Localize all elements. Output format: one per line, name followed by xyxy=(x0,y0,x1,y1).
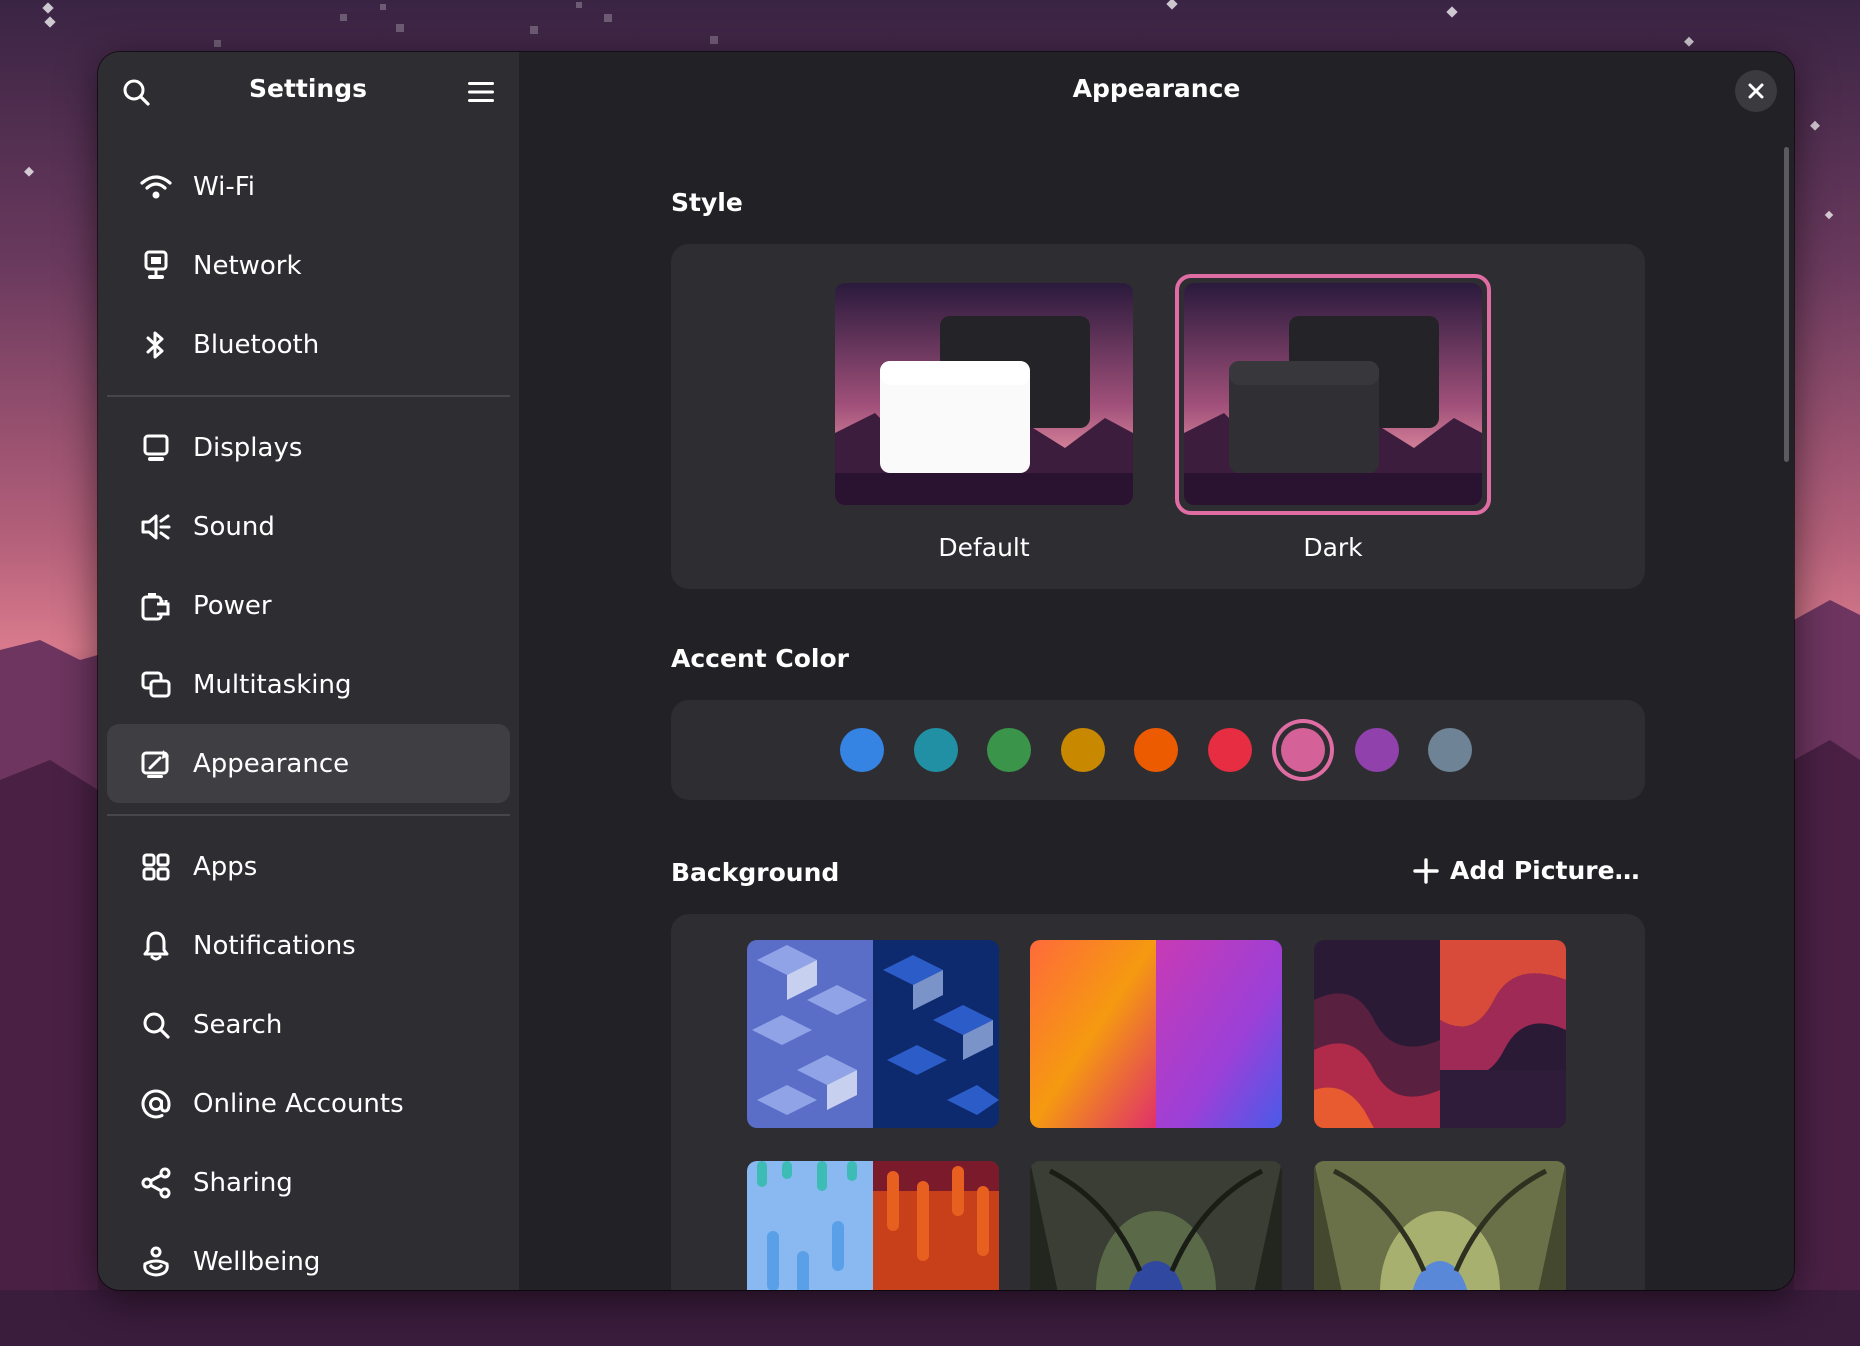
accent-swatch[interactable] xyxy=(987,728,1031,772)
sidebar-nav: Wi-Fi Network Bluetooth Displays Sound P… xyxy=(98,147,519,1290)
add-picture-label: Add Picture… xyxy=(1450,856,1640,885)
sidebar-item-apps[interactable]: Apps xyxy=(107,827,510,906)
sidebar-separator xyxy=(107,395,510,397)
sidebar-item-label: Online Accounts xyxy=(193,1088,404,1119)
accent-swatch[interactable] xyxy=(1355,728,1399,772)
sidebar-item-label: Power xyxy=(193,590,272,621)
background-thumbnail[interactable] xyxy=(1030,1161,1282,1290)
search-button[interactable] xyxy=(116,72,156,112)
power-icon xyxy=(139,589,173,623)
sidebar-item-sharing[interactable]: Sharing xyxy=(107,1143,510,1222)
sidebar-item-label: Network xyxy=(193,250,302,281)
sidebar-item-label: Wellbeing xyxy=(193,1246,321,1277)
sidebar-item-power[interactable]: Power xyxy=(107,566,510,645)
sidebar-item-displays[interactable]: Displays xyxy=(107,408,510,487)
add-picture-button[interactable]: Add Picture… xyxy=(1412,856,1640,885)
sidebar-item-multitasking[interactable]: Multitasking xyxy=(107,645,510,724)
sidebar-item-bluetooth[interactable]: Bluetooth xyxy=(107,305,510,384)
accent-swatch[interactable] xyxy=(914,728,958,772)
sidebar-item-label: Bluetooth xyxy=(193,329,320,360)
sidebar-item-label: Multitasking xyxy=(193,669,352,700)
accent-swatch[interactable] xyxy=(1208,728,1252,772)
sidebar-item-search[interactable]: Search xyxy=(107,985,510,1064)
bluetooth-icon xyxy=(139,328,173,362)
sidebar: Settings Wi-Fi Network Bluetooth Display… xyxy=(98,52,519,1290)
sidebar-item-notifications[interactable]: Notifications xyxy=(107,906,510,985)
search-icon xyxy=(139,1008,173,1042)
accent-color-panel xyxy=(671,700,1645,800)
sidebar-item-label: Appearance xyxy=(193,748,350,779)
sidebar-item-label: Search xyxy=(193,1009,283,1040)
wifi-icon xyxy=(139,170,173,204)
style-dark-label: Dark xyxy=(1303,533,1363,562)
accent-swatch[interactable] xyxy=(1281,728,1325,772)
accent-color-heading: Accent Color xyxy=(671,644,849,673)
appearance-icon xyxy=(139,747,173,781)
scrollbar[interactable] xyxy=(1784,147,1789,462)
style-panel: Default Dark xyxy=(671,244,1645,589)
main-menu-button[interactable] xyxy=(461,72,501,112)
sidebar-item-label: Sound xyxy=(193,511,275,542)
sidebar-item-sound[interactable]: Sound xyxy=(107,487,510,566)
accent-swatch[interactable] xyxy=(1134,728,1178,772)
wellbeing-icon xyxy=(139,1245,173,1279)
sidebar-separator xyxy=(107,814,510,816)
sidebar-item-wifi[interactable]: Wi-Fi xyxy=(107,147,510,226)
sidebar-item-online-accounts[interactable]: Online Accounts xyxy=(107,1064,510,1143)
sidebar-title: Settings xyxy=(248,74,367,103)
display-icon xyxy=(139,431,173,465)
page-title: Appearance xyxy=(1072,74,1241,103)
sidebar-item-label: Apps xyxy=(193,851,258,882)
hamburger-menu-icon xyxy=(468,82,494,102)
background-heading: Background xyxy=(671,858,840,887)
share-icon xyxy=(139,1166,173,1200)
sound-icon xyxy=(139,510,173,544)
sidebar-item-label: Sharing xyxy=(193,1167,293,1198)
sidebar-item-appearance[interactable]: Appearance xyxy=(107,724,510,803)
style-heading: Style xyxy=(671,188,743,217)
background-thumbnail[interactable] xyxy=(1030,940,1282,1128)
settings-window: Settings Wi-Fi Network Bluetooth Display… xyxy=(98,52,1794,1290)
background-panel xyxy=(671,914,1645,1290)
accent-swatch[interactable] xyxy=(1428,728,1472,772)
background-thumbnail[interactable] xyxy=(747,1161,999,1290)
accent-swatch[interactable] xyxy=(840,728,884,772)
style-dark-preview[interactable] xyxy=(1184,283,1482,505)
close-button[interactable] xyxy=(1735,70,1777,112)
style-default-label: Default xyxy=(938,533,1030,562)
plus-icon xyxy=(1413,857,1439,884)
style-default-preview[interactable] xyxy=(835,283,1133,505)
search-icon xyxy=(123,79,150,106)
multitasking-icon xyxy=(139,668,173,702)
sidebar-item-wellbeing[interactable]: Wellbeing xyxy=(107,1222,510,1290)
at-icon xyxy=(139,1087,173,1121)
bell-icon xyxy=(139,929,173,963)
background-thumbnail[interactable] xyxy=(1314,1161,1566,1290)
sidebar-header: Settings xyxy=(98,52,519,132)
sidebar-item-network[interactable]: Network xyxy=(107,226,510,305)
background-thumbnail[interactable] xyxy=(747,940,999,1128)
background-thumbnail[interactable] xyxy=(1314,940,1566,1128)
accent-swatch[interactable] xyxy=(1061,728,1105,772)
sidebar-item-label: Notifications xyxy=(193,930,356,961)
sidebar-item-label: Displays xyxy=(193,432,303,463)
close-icon xyxy=(1748,83,1764,99)
sidebar-item-label: Wi-Fi xyxy=(193,171,256,202)
content-pane: Appearance Style Default Dark Accent Col… xyxy=(519,52,1794,1290)
network-icon xyxy=(139,249,173,283)
apps-icon xyxy=(139,850,173,884)
